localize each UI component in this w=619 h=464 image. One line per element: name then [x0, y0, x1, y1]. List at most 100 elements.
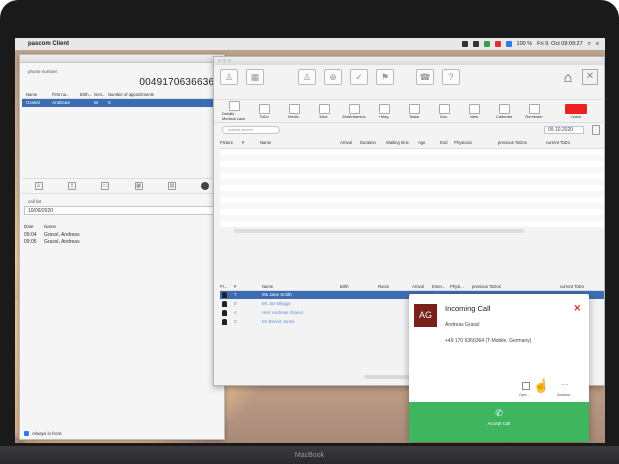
always-in-front-label: Always in front [32, 431, 62, 436]
trash-icon[interactable] [592, 125, 600, 135]
zoom-window-button[interactable] [228, 59, 231, 62]
call-table-header: Date Name [24, 224, 56, 229]
minimize-window-button[interactable] [223, 59, 226, 62]
menu-app-name[interactable]: pascom Client [28, 41, 69, 47]
col-header[interactable]: Emer... [432, 284, 445, 289]
menu-icon[interactable]: ≡ [596, 41, 599, 47]
home-icon[interactable]: ⌂ [560, 69, 576, 85]
document-icon[interactable]: ▤ [167, 182, 176, 190]
trash-icon[interactable]: ▭ [101, 182, 110, 190]
person-icon [222, 319, 227, 325]
incoming-call-popup: AG Incoming Call ✕ Andreas Grassl +49 17… [409, 294, 589, 442]
call-date-field[interactable]: 10/09/2020 [24, 206, 220, 215]
person-icon [222, 292, 227, 298]
toolbar-button[interactable]: Med. [312, 103, 336, 119]
col-header[interactable]: # [234, 284, 236, 289]
check-icon[interactable]: ✓ [350, 69, 368, 85]
toolbar-button[interactable]: Medic. [282, 103, 306, 119]
grid-icon[interactable]: ▦ [134, 182, 143, 190]
leave-icon [565, 103, 587, 114]
toolbar-button[interactable]: +Meg. [372, 103, 396, 119]
patient-name: Ms Jane Smith [262, 292, 292, 297]
toolbar-button[interactable]: Calendar [492, 103, 516, 119]
toolbar-button[interactable]: Reminder [522, 103, 546, 119]
col-header[interactable]: Physician [454, 140, 472, 145]
status-icon[interactable] [483, 41, 490, 47]
col-header[interactable]: Age [418, 140, 425, 145]
close-icon[interactable]: ✕ [582, 69, 598, 85]
col-header[interactable]: # [242, 140, 244, 145]
main-window-titlebar[interactable] [214, 57, 604, 65]
col-header[interactable]: Pi... [220, 284, 227, 289]
col-header[interactable]: Arrival [340, 140, 352, 145]
more-icon[interactable]: ··· [561, 380, 569, 389]
left-window-titlebar[interactable] [20, 55, 224, 63]
toolbar-button[interactable]: Doc. [432, 103, 456, 119]
phone-icon[interactable]: ☎ [416, 69, 434, 85]
col-header[interactable]: Name [260, 140, 271, 145]
patient-icon[interactable]: ♙ [220, 69, 238, 85]
accept-call-label: Accept Call [487, 421, 511, 426]
desktop-screen: pascom Client 100 % Fri 9. Oct 09:09:27 … [15, 38, 605, 443]
checkbox-icon[interactable] [24, 431, 29, 436]
gear-icon[interactable] [201, 182, 210, 190]
leave-button[interactable]: Leave [564, 103, 588, 119]
col-header[interactable]: Duration [360, 140, 376, 145]
col-header[interactable]: Waiting time [386, 140, 409, 145]
search-icon[interactable]: ⌕ [588, 41, 591, 48]
search-input[interactable]: Instant search [222, 126, 280, 134]
col-header[interactable]: Name [44, 224, 56, 229]
list-item[interactable]: 09:05 Grassl, Andreas [24, 239, 80, 245]
col-header[interactable]: current ToDo [560, 284, 584, 289]
col-header[interactable]: End [440, 140, 447, 145]
status-icon[interactable] [461, 41, 468, 47]
col-header[interactable]: Name [22, 92, 48, 98]
col-header[interactable]: Birth... [76, 92, 92, 98]
calendar-icon[interactable]: ▦ [246, 69, 264, 85]
accept-call-button[interactable]: ✆ Accept Call [409, 402, 589, 442]
status-icon[interactable] [494, 41, 501, 47]
add-icon[interactable]: ⊕ [324, 69, 342, 85]
close-icon[interactable]: ✕ [573, 303, 581, 314]
waiting-table[interactable] [220, 149, 604, 227]
table-row[interactable]: Grassl Andreas M 0 [22, 99, 222, 107]
toolbar-button[interactable]: New [462, 103, 486, 119]
flag-icon[interactable]: ⚑ [376, 69, 394, 85]
col-header[interactable]: Physi... [450, 284, 464, 289]
col-header[interactable]: Arrival [412, 284, 424, 289]
open-label[interactable]: Ope... [519, 392, 530, 397]
col-header[interactable]: previous ToDos [498, 140, 527, 145]
close-window-button[interactable] [218, 59, 221, 62]
col-header[interactable]: current ToDo [546, 140, 570, 145]
help-icon[interactable]: ? [442, 69, 460, 85]
col-header[interactable]: Gen... [90, 92, 105, 98]
horizontal-scrollbar[interactable] [234, 229, 524, 233]
toolbar-button[interactable]: Multivitamins [342, 103, 366, 119]
left-panel-window: phone number: 00491706366364 Name First … [19, 54, 225, 440]
toolbar-label: Multivitamins [342, 113, 366, 119]
col-header[interactable]: Number of appointments [104, 92, 154, 98]
status-icon[interactable] [472, 41, 479, 47]
toolbar-button[interactable]: Tasks [402, 103, 426, 119]
col-header[interactable]: Name [262, 284, 273, 289]
col-header[interactable]: Birth [340, 284, 349, 289]
actions-label[interactable]: Actions [557, 392, 570, 397]
caller-name: Andreas Grassl [445, 322, 480, 328]
col-header[interactable]: previous ToDos [472, 284, 501, 289]
always-in-front-checkbox[interactable]: Always in front [24, 431, 61, 436]
toolbar-button[interactable]: Details Medical case [222, 101, 246, 121]
toolbar-button[interactable]: ToDo [252, 103, 276, 119]
patient-number: 7 [234, 292, 237, 297]
person-search-icon[interactable]: ♙ [298, 69, 316, 85]
date-field[interactable]: 09.10.2020 [544, 126, 584, 134]
open-icon[interactable] [522, 382, 530, 390]
person-icon[interactable]: ♙ [34, 182, 43, 190]
status-icon[interactable] [505, 41, 512, 47]
list-item[interactable]: 09:04 Grassl, Andreas [24, 232, 80, 238]
col-header[interactable]: Date [24, 224, 44, 229]
col-header[interactable]: First na... [48, 92, 76, 98]
laptop-label: MacBook [0, 446, 619, 464]
col-header[interactable]: Room [378, 284, 389, 289]
col-header[interactable]: Picture [220, 140, 233, 145]
clipboard-icon[interactable]: ▯ [67, 182, 76, 190]
